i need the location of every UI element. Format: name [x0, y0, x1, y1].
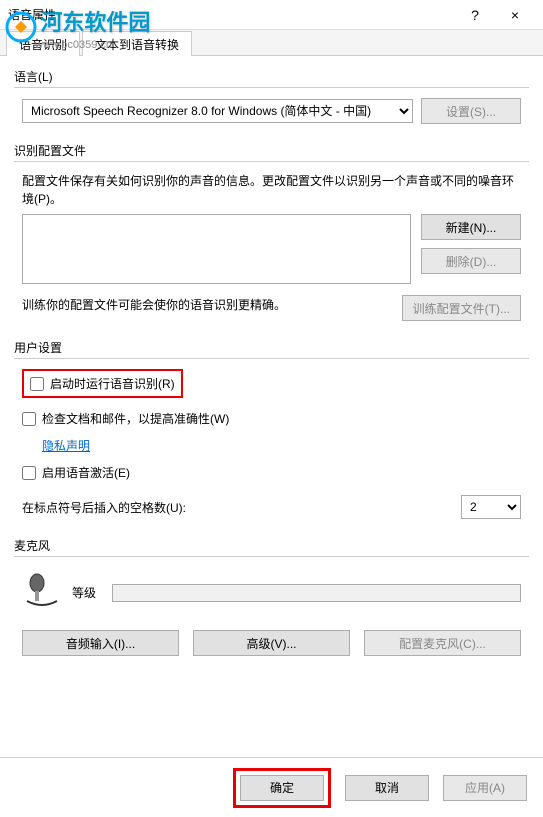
cancel-button[interactable]: 取消	[345, 775, 429, 801]
configure-mic-button[interactable]: 配置麦克风(C)...	[364, 630, 521, 656]
apply-button[interactable]: 应用(A)	[443, 775, 527, 801]
spaces-select[interactable]: 2	[461, 495, 521, 519]
review-checkbox-label: 检查文档和邮件，以提高准确性(W)	[42, 410, 229, 427]
profile-label: 识别配置文件	[14, 142, 529, 159]
ok-button[interactable]: 确定	[240, 775, 324, 801]
review-checkbox[interactable]	[22, 412, 36, 426]
content-area: 语言(L) Microsoft Speech Recognizer 8.0 fo…	[0, 56, 543, 686]
microphone-label: 麦克风	[14, 537, 529, 554]
level-label: 等级	[72, 584, 96, 601]
window-title: 语音属性	[8, 6, 455, 23]
language-select[interactable]: Microsoft Speech Recognizer 8.0 for Wind…	[22, 99, 413, 123]
tab-speech-recognition[interactable]: 语音识别	[6, 31, 80, 56]
privacy-link[interactable]: 隐私声明	[42, 437, 90, 454]
startup-checkbox-label: 启动时运行语音识别(R)	[50, 375, 175, 392]
new-profile-button[interactable]: 新建(N)...	[421, 214, 521, 240]
startup-checkbox[interactable]	[30, 377, 44, 391]
user-settings-section: 用户设置 启动时运行语音识别(R) 检查文档和邮件，以提高准确性(W) 隐私声明…	[14, 339, 529, 519]
language-section: 语言(L) Microsoft Speech Recognizer 8.0 fo…	[14, 68, 529, 124]
language-label: 语言(L)	[14, 68, 529, 85]
profile-section: 识别配置文件 配置文件保存有关如何识别你的声音的信息。更改配置文件以识别另一个声…	[14, 142, 529, 321]
tab-strip: 语音识别 文本到语音转换	[0, 30, 543, 56]
audio-input-button[interactable]: 音频输入(I)...	[22, 630, 179, 656]
train-profile-button[interactable]: 训练配置文件(T)...	[402, 295, 521, 321]
dialog-buttons: 确定 取消 应用(A)	[0, 757, 543, 817]
level-meter	[112, 584, 521, 602]
microphone-section: 麦克风 等级 音频输入(I)... 高级(V)... 配置麦克风(C)...	[14, 537, 529, 656]
spaces-label: 在标点符号后插入的空格数(U):	[22, 499, 186, 516]
voice-activation-checkbox-label: 启用语音激活(E)	[42, 464, 130, 481]
tab-text-to-speech[interactable]: 文本到语音转换	[82, 31, 192, 56]
close-button[interactable]: ×	[495, 1, 535, 29]
advanced-button[interactable]: 高级(V)...	[193, 630, 350, 656]
profile-list[interactable]	[22, 214, 411, 284]
language-settings-button[interactable]: 设置(S)...	[421, 98, 521, 124]
train-description: 训练你的配置文件可能会使你的语音识别更精确。	[22, 296, 394, 314]
profile-description: 配置文件保存有关如何识别你的声音的信息。更改配置文件以识别另一个声音或不同的噪音…	[22, 172, 521, 208]
voice-activation-checkbox[interactable]	[22, 466, 36, 480]
microphone-icon	[22, 571, 62, 614]
help-button[interactable]: ?	[455, 1, 495, 29]
delete-profile-button[interactable]: 删除(D)...	[421, 248, 521, 274]
titlebar: 语音属性 ? ×	[0, 0, 543, 30]
user-settings-label: 用户设置	[14, 339, 529, 356]
